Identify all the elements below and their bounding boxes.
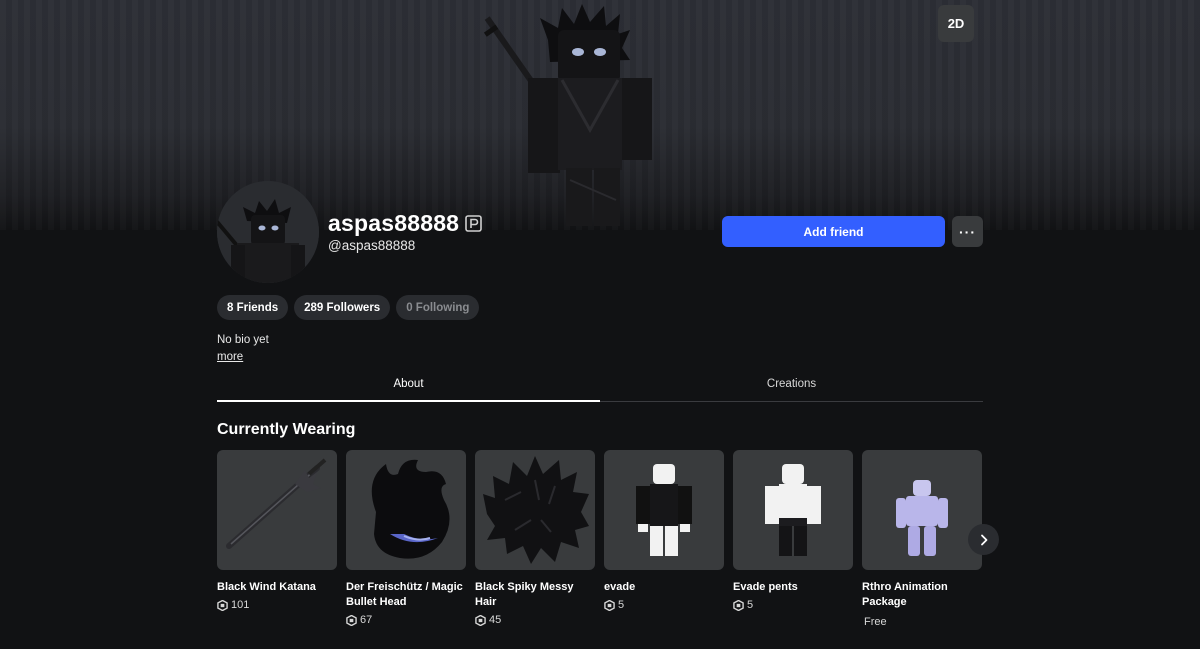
item-price-value: 5: [618, 599, 625, 611]
profile-tabs: About Creations: [217, 366, 983, 402]
item-price: 5: [604, 599, 724, 611]
wearing-item-card[interactable]: evade 5: [604, 450, 724, 628]
item-price: 5: [733, 599, 853, 611]
wearing-item-card[interactable]: Rthro Animation Package Free: [862, 450, 982, 628]
shirt-figure-thumbnail: [604, 450, 724, 570]
tab-creations[interactable]: Creations: [600, 366, 983, 401]
item-name: Black Wind Katana: [217, 581, 316, 593]
friends-count-button[interactable]: 8 Friends: [217, 295, 289, 320]
currently-wearing-list: Black Wind Katana 101 Der Freischütz / M…: [217, 450, 982, 628]
robux-icon: [346, 614, 357, 626]
katana-thumbnail: [217, 450, 337, 570]
robux-icon: [604, 599, 615, 611]
view-2d-toggle-button[interactable]: 2D: [938, 5, 974, 42]
followers-count-button[interactable]: 289 Followers: [294, 295, 391, 320]
profile-banner: 2D: [0, 0, 1200, 230]
item-name: Der Freischütz / Magic Bullet Head: [346, 581, 463, 608]
item-price-value: 101: [231, 599, 250, 611]
wearing-item-card[interactable]: Black Spiky Messy Hair 45: [475, 450, 595, 628]
premium-badge-icon: [465, 215, 482, 232]
wearing-item-card[interactable]: Black Wind Katana 101: [217, 450, 337, 628]
item-name: Evade pents: [733, 581, 798, 593]
wearing-item-card[interactable]: Evade pents 5: [733, 450, 853, 628]
item-price: 45: [475, 614, 595, 626]
display-name: aspas88888: [328, 210, 482, 237]
more-options-button[interactable]: ···: [952, 216, 983, 247]
item-price: 101: [217, 599, 337, 611]
avatar-3d-render[interactable]: [470, 0, 710, 230]
username: @aspas88888: [328, 238, 416, 253]
display-name-text: aspas88888: [328, 210, 460, 236]
robux-icon: [733, 599, 744, 611]
item-price: Free: [864, 616, 887, 628]
bio-text: No bio yet: [217, 334, 269, 346]
hair-thumbnail: [475, 450, 595, 570]
robux-icon: [475, 614, 486, 626]
item-price-value: 5: [747, 599, 754, 611]
item-name: Rthro Animation Package: [862, 581, 948, 608]
pants-figure-thumbnail: [733, 450, 853, 570]
item-name: Black Spiky Messy Hair: [475, 581, 574, 608]
item-price-value: 45: [489, 614, 502, 626]
rthro-figure-thumbnail: [862, 450, 982, 570]
robux-icon: [217, 599, 228, 611]
flame-head-thumbnail: [346, 450, 466, 570]
bio-more-link[interactable]: more: [217, 351, 243, 363]
chevron-right-icon: [980, 534, 987, 545]
avatar-headshot: [217, 181, 319, 283]
wearing-item-card[interactable]: Der Freischütz / Magic Bullet Head 67: [346, 450, 466, 628]
currently-wearing-title: Currently Wearing: [217, 421, 356, 438]
item-price: 67: [346, 614, 466, 626]
social-stats: 8 Friends 289 Followers 0 Following: [217, 295, 480, 320]
add-friend-button[interactable]: Add friend: [722, 216, 945, 247]
carousel-next-button[interactable]: [968, 524, 999, 555]
following-count-button[interactable]: 0 Following: [396, 295, 480, 320]
tab-about[interactable]: About: [217, 366, 600, 402]
item-price-value: 67: [360, 614, 373, 626]
item-name: evade: [604, 581, 636, 593]
